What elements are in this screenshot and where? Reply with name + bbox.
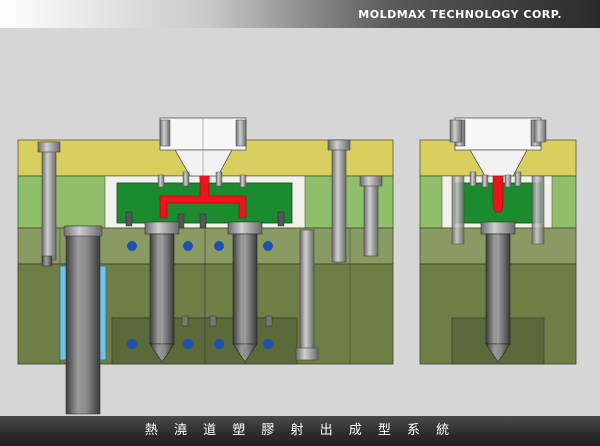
right-nozzle [480,221,516,363]
left-mold-assembly [17,117,394,415]
left-leader-pin [65,225,101,415]
left-guide-pin [41,141,57,261]
left-right-bolt-top [331,139,347,263]
right-right-bolt [531,175,545,245]
footer-bar: 熱 澆 道 塑 膠 射 出 成 型 系 統 [0,416,600,446]
left-ejector-pin [299,229,315,355]
diagram-stage [0,28,600,416]
company-title: MOLDMAX TECHNOLOGY CORP. [358,8,562,21]
right-left-bolt [451,175,465,245]
left-nozzle-2 [227,221,263,363]
right-locating-ring [454,117,542,151]
hot-runner-mold-diagram [17,117,577,415]
left-right-bolt-lower [363,175,379,257]
left-nozzle-1 [144,221,180,363]
right-melt-channel [492,175,504,213]
header-bar: MOLDMAX TECHNOLOGY CORP. [0,0,600,28]
footer-caption: 熱 澆 道 塑 膠 射 出 成 型 系 統 [144,423,456,438]
right-mold-assembly [419,117,577,365]
